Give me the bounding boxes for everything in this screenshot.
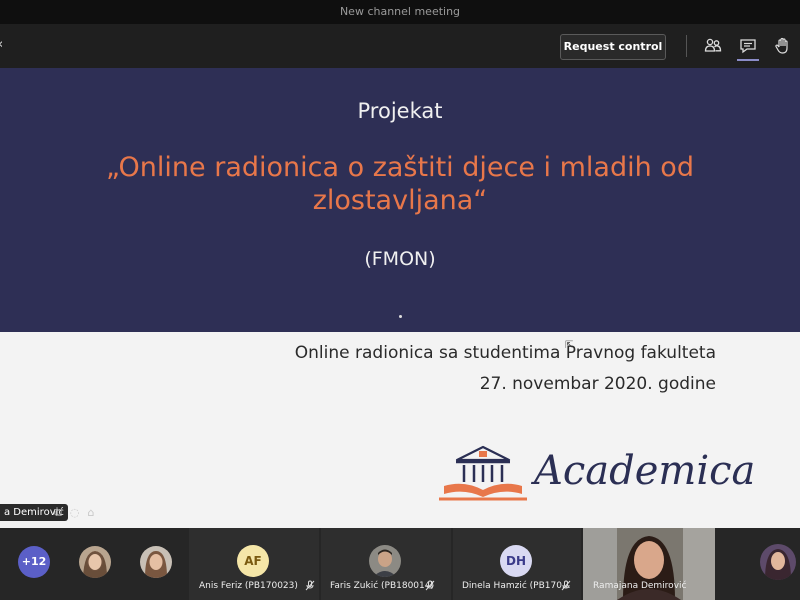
mic-off-icon [425,580,435,591]
window-title: New channel meeting [339,5,461,18]
title-bar: New channel meeting [0,0,800,24]
participant-avatar [369,545,401,577]
raise-hand-icon[interactable] [773,36,793,56]
participant-video-tile[interactable]: Ramajana Demirović [583,528,715,600]
participant-avatar[interactable] [760,544,796,580]
slide-subtitle-2: 27. novembar 2020. godine [479,374,716,394]
slide-heading: Projekat [357,99,443,123]
participant-avatar[interactable] [140,546,172,578]
participant-tile[interactable]: AF Anis Feriz (PB170023) [189,528,319,600]
people-icon[interactable] [703,36,723,56]
meeting-toolbar: ‹ [0,24,800,69]
chat-icon[interactable] [738,36,758,56]
mic-off-icon [305,580,315,591]
slide-subtitle-1: Online radionica sa studentima Pravnog f… [294,343,716,363]
participant-avatar[interactable] [79,546,111,578]
slide-title-line-2: zlostavljana“ [312,185,488,216]
participant-name: Dinela Hamzić (PB170... [462,581,571,591]
participant-initials: DH [500,545,532,577]
slide-overlay-icons: ⧉◌⌂ [54,506,103,519]
participant-tile[interactable]: Faris Zukić (PB180014) [321,528,451,600]
slide-title-line-1: „Online radionica o zaštiti djece i mlad… [106,152,694,183]
participant-tile[interactable]: DH Dinela Hamzić (PB170... [453,528,581,600]
request-control-button[interactable]: Request control [560,34,666,60]
toolbar-divider [686,35,687,57]
participant-name: Faris Zukić (PB180014) [330,581,434,591]
participant-name: Ramajana Demirović [593,581,687,591]
chevron-left-icon[interactable]: ‹ [0,37,3,52]
slide-org: (FMON) [364,248,436,270]
participant-initials: AF [237,545,269,577]
academica-logo-text: Academica [534,448,756,494]
slide-title: „Online radionica o zaštiti djece i mlad… [0,151,800,217]
shared-slide: Projekat „Online radionica o zaštiti dje… [0,68,800,528]
slide-dot [399,315,402,318]
more-participants-badge[interactable]: +12 [18,546,50,578]
academica-logo-icon [436,444,530,504]
participant-name: Anis Feriz (PB170023) [199,581,298,591]
slide-header-band: Projekat „Online radionica o zaštiti dje… [0,68,800,332]
mic-off-icon [561,580,571,591]
chat-active-indicator [737,59,759,61]
